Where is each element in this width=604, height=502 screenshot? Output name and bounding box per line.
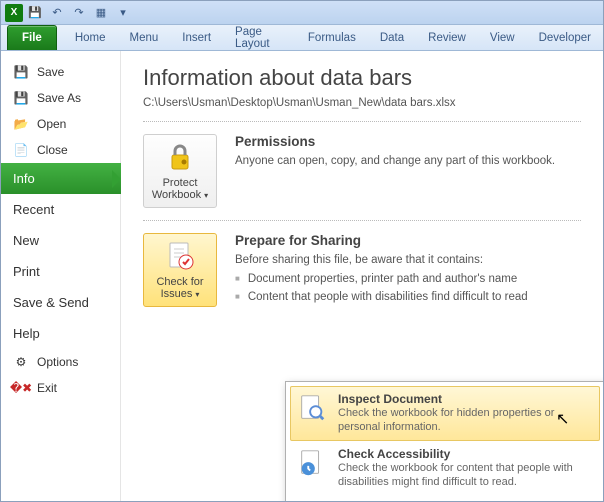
tab-developer[interactable]: Developer xyxy=(527,25,603,50)
ribbon-tabs: File Home Menu Insert Page Layout Formul… xyxy=(1,25,603,51)
sidebar-label: Save xyxy=(37,65,64,79)
sharing-intro: Before sharing this file, be aware that … xyxy=(235,252,528,269)
sidebar-options[interactable]: ⚙ Options xyxy=(1,349,120,375)
lock-icon xyxy=(164,141,196,173)
chevron-down-icon: ▾ xyxy=(195,290,199,299)
accessibility-icon xyxy=(296,447,328,479)
sidebar-save[interactable]: 💾 Save xyxy=(1,59,120,85)
backstage-content: Information about data bars C:\Users\Usm… xyxy=(121,51,603,501)
sidebar-label: Save As xyxy=(37,91,81,105)
menu-title: Check Accessibility xyxy=(338,447,594,461)
inspect-icon xyxy=(296,392,328,424)
sidebar-label: Open xyxy=(37,117,66,131)
button-label: Check for Issues▾ xyxy=(148,276,212,300)
tab-home[interactable]: Home xyxy=(63,25,118,50)
save-as-icon: 💾 xyxy=(13,90,29,106)
permissions-heading: Permissions xyxy=(235,134,555,149)
excel-logo-icon: X xyxy=(5,4,23,22)
sidebar-print[interactable]: Print xyxy=(1,256,120,287)
sharing-section: Check for Issues▾ Prepare for Sharing Be… xyxy=(143,233,581,307)
menu-inspect-document[interactable]: Inspect Document Check the workbook for … xyxy=(290,386,600,441)
sidebar-label: Info xyxy=(13,171,35,186)
protect-workbook-button[interactable]: Protect Workbook▾ xyxy=(143,134,217,208)
sidebar-exit[interactable]: �✖ Exit xyxy=(1,375,120,401)
sidebar-close[interactable]: 📄 Close xyxy=(1,137,120,163)
menu-check-compatibility[interactable]: Check Compatibility Check for features n… xyxy=(290,495,600,501)
chevron-down-icon: ▾ xyxy=(204,191,208,200)
menu-title: Inspect Document xyxy=(338,392,594,406)
tab-insert[interactable]: Insert xyxy=(170,25,223,50)
page-title: Information about data bars xyxy=(143,65,581,91)
menu-desc: Check the workbook for content that peop… xyxy=(338,461,594,490)
permissions-section: Protect Workbook▾ Permissions Anyone can… xyxy=(143,134,581,208)
sidebar-label: Exit xyxy=(37,381,57,395)
tab-file[interactable]: File xyxy=(7,25,57,50)
sidebar-label: Help xyxy=(13,326,40,341)
document-check-icon xyxy=(164,240,196,272)
list-item: Content that people with disabilities fi… xyxy=(235,289,528,306)
tab-data[interactable]: Data xyxy=(368,25,416,50)
qat-redo-icon[interactable]: ↷ xyxy=(69,3,89,23)
sidebar-label: Save & Send xyxy=(13,295,89,310)
sidebar-save-as[interactable]: 💾 Save As xyxy=(1,85,120,111)
sidebar-label: Close xyxy=(37,143,68,157)
sidebar-label: New xyxy=(13,233,39,248)
tab-menu[interactable]: Menu xyxy=(118,25,171,50)
open-icon: 📂 xyxy=(13,116,29,132)
options-icon: ⚙ xyxy=(13,354,29,370)
sidebar-recent[interactable]: Recent xyxy=(1,194,120,225)
permissions-text: Anyone can open, copy, and change any pa… xyxy=(235,153,555,170)
divider xyxy=(143,121,581,122)
divider xyxy=(143,220,581,221)
menu-desc: Check the workbook for hidden properties… xyxy=(338,406,594,435)
file-path: C:\Users\Usman\Desktop\Usman\Usman_New\d… xyxy=(143,97,581,109)
tab-review[interactable]: Review xyxy=(416,25,478,50)
button-label: Protect Workbook▾ xyxy=(148,177,212,201)
qat-grid-icon[interactable]: ▦ xyxy=(91,3,111,23)
close-icon: 📄 xyxy=(13,142,29,158)
sidebar-info[interactable]: Info xyxy=(1,163,121,194)
tab-view[interactable]: View xyxy=(478,25,527,50)
check-issues-menu: Inspect Document Check the workbook for … xyxy=(285,381,603,501)
qat-undo-icon[interactable]: ↶ xyxy=(47,3,67,23)
sidebar-label: Options xyxy=(37,355,78,369)
backstage-sidebar: 💾Save 💾Save As 📂Open 📄Close Info Recent … xyxy=(1,51,121,501)
qat-save-icon[interactable]: 💾 xyxy=(25,3,45,23)
exit-icon: �✖ xyxy=(13,380,29,396)
sidebar-help[interactable]: Help xyxy=(1,318,120,349)
tab-formulas[interactable]: Formulas xyxy=(296,25,368,50)
sharing-list: Document properties, printer path and au… xyxy=(235,271,528,306)
sidebar-save-send[interactable]: Save & Send xyxy=(1,287,120,318)
title-bar: X 💾 ↶ ↷ ▦ ▾ xyxy=(1,1,603,25)
save-icon: 💾 xyxy=(13,64,29,80)
list-item: Document properties, printer path and au… xyxy=(235,271,528,288)
sharing-heading: Prepare for Sharing xyxy=(235,233,528,248)
sidebar-open[interactable]: 📂 Open xyxy=(1,111,120,137)
check-for-issues-button[interactable]: Check for Issues▾ xyxy=(143,233,217,307)
sidebar-new[interactable]: New xyxy=(1,225,120,256)
qat-more-icon[interactable]: ▾ xyxy=(113,3,133,23)
tab-page-layout[interactable]: Page Layout xyxy=(223,25,296,50)
menu-check-accessibility[interactable]: Check Accessibility Check the workbook f… xyxy=(290,441,600,496)
sidebar-label: Recent xyxy=(13,202,54,217)
sidebar-label: Print xyxy=(13,264,40,279)
